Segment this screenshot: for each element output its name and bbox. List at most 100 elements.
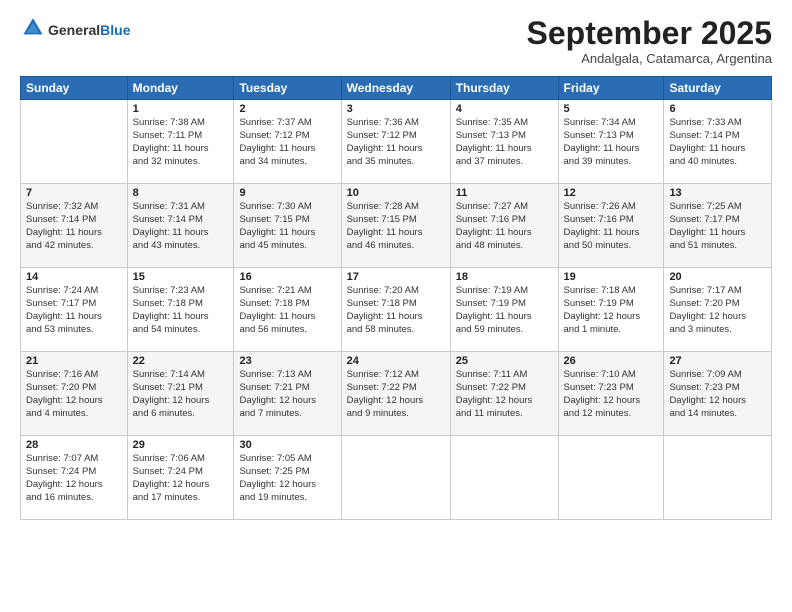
day-info: Sunrise: 7:32 AM Sunset: 7:14 PM Dayligh… [26, 201, 122, 252]
table-row: 4Sunrise: 7:35 AM Sunset: 7:13 PM Daylig… [450, 100, 558, 184]
day-number: 6 [669, 103, 766, 115]
table-row: 2 Sunrise: 7:37 AM Sunset: 7:12 PM Daylig… [234, 100, 341, 184]
day-info: Sunrise: 7:14 AM Sunset: 7:21 PM Dayligh… [133, 369, 229, 420]
calendar-week-row: 28 Sunrise: 7:07 AM Sunset: 7:24 PM Dayli… [21, 436, 772, 520]
calendar-week-row: 1Sunrise: 7:38 AM Sunset: 7:11 PM Daylig… [21, 100, 772, 184]
day-number: 13 [669, 187, 766, 199]
day-info: Sunrise: 7:11 AM Sunset: 7:22 PM Dayligh… [456, 369, 553, 420]
table-row: 13 Sunrise: 7:25 AM Sunset: 7:17 PM Dayli… [664, 184, 772, 268]
day-info: Sunrise: 7:38 AM Sunset: 7:11 PM Dayligh… [133, 117, 229, 168]
table-row: 24 Sunrise: 7:12 AM Sunset: 7:22 PM Dayli… [341, 352, 450, 436]
table-row: 22 Sunrise: 7:14 AM Sunset: 7:21 PM Dayli… [127, 352, 234, 436]
day-number: 24 [347, 355, 445, 367]
calendar-table: Sunday Monday Tuesday Wednesday Thursday… [20, 76, 772, 520]
day-number: 27 [669, 355, 766, 367]
day-number: 21 [26, 355, 122, 367]
calendar-week-row: 14Sunrise: 7:24 AM Sunset: 7:17 PM Dayli… [21, 268, 772, 352]
day-info: Sunrise: 7:07 AM Sunset: 7:24 PM Dayligh… [26, 453, 122, 504]
day-number: 18 [456, 271, 553, 283]
table-row: 29 Sunrise: 7:06 AM Sunset: 7:24 PM Dayli… [127, 436, 234, 520]
day-number: 20 [669, 271, 766, 283]
day-number: 16 [239, 271, 335, 283]
table-row: 15 Sunrise: 7:23 AM Sunset: 7:18 PM Dayli… [127, 268, 234, 352]
day-number: 17 [347, 271, 445, 283]
day-number: 15 [133, 271, 229, 283]
day-number: 23 [239, 355, 335, 367]
table-row: 3 Sunrise: 7:36 AM Sunset: 7:12 PM Daylig… [341, 100, 450, 184]
day-info: Sunrise: 7:12 AM Sunset: 7:22 PM Dayligh… [347, 369, 445, 420]
day-number: 28 [26, 439, 122, 451]
location-subtitle: Andalgala, Catamarca, Argentina [527, 51, 772, 66]
table-row: 6 Sunrise: 7:33 AM Sunset: 7:14 PM Daylig… [664, 100, 772, 184]
day-info: Sunrise: 7:21 AM Sunset: 7:18 PM Dayligh… [239, 285, 335, 336]
table-row: 5Sunrise: 7:34 AM Sunset: 7:13 PM Daylig… [558, 100, 664, 184]
table-row: 10Sunrise: 7:28 AM Sunset: 7:15 PM Dayli… [341, 184, 450, 268]
calendar-week-row: 7 Sunrise: 7:32 AM Sunset: 7:14 PM Daylig… [21, 184, 772, 268]
logo: GeneralBlue [20, 16, 130, 43]
col-sunday: Sunday [21, 77, 128, 100]
day-info: Sunrise: 7:26 AM Sunset: 7:16 PM Dayligh… [564, 201, 659, 252]
table-row: 8 Sunrise: 7:31 AM Sunset: 7:14 PM Daylig… [127, 184, 234, 268]
day-number: 25 [456, 355, 553, 367]
table-row: 21 Sunrise: 7:16 AM Sunset: 7:20 PM Dayli… [21, 352, 128, 436]
day-number: 30 [239, 439, 335, 451]
title-block: September 2025 Andalgala, Catamarca, Arg… [527, 16, 772, 66]
day-number: 12 [564, 187, 659, 199]
day-number: 8 [133, 187, 229, 199]
day-number: 19 [564, 271, 659, 283]
day-info: Sunrise: 7:37 AM Sunset: 7:12 PM Dayligh… [239, 117, 335, 168]
table-row [341, 436, 450, 520]
header: GeneralBlue September 2025 Andalgala, Ca… [20, 16, 772, 66]
table-row [664, 436, 772, 520]
day-info: Sunrise: 7:24 AM Sunset: 7:17 PM Dayligh… [26, 285, 122, 336]
col-thursday: Thursday [450, 77, 558, 100]
day-info: Sunrise: 7:23 AM Sunset: 7:18 PM Dayligh… [133, 285, 229, 336]
table-row: 9Sunrise: 7:30 AM Sunset: 7:15 PM Daylig… [234, 184, 341, 268]
table-row: 28 Sunrise: 7:07 AM Sunset: 7:24 PM Dayli… [21, 436, 128, 520]
day-info: Sunrise: 7:18 AM Sunset: 7:19 PM Dayligh… [564, 285, 659, 336]
day-number: 5 [564, 103, 659, 115]
table-row: 30Sunrise: 7:05 AM Sunset: 7:25 PM Dayli… [234, 436, 341, 520]
day-info: Sunrise: 7:20 AM Sunset: 7:18 PM Dayligh… [347, 285, 445, 336]
logo-blue: Blue [100, 22, 130, 38]
day-info: Sunrise: 7:06 AM Sunset: 7:24 PM Dayligh… [133, 453, 229, 504]
table-row: 11Sunrise: 7:27 AM Sunset: 7:16 PM Dayli… [450, 184, 558, 268]
col-friday: Friday [558, 77, 664, 100]
day-info: Sunrise: 7:19 AM Sunset: 7:19 PM Dayligh… [456, 285, 553, 336]
col-wednesday: Wednesday [341, 77, 450, 100]
table-row [450, 436, 558, 520]
day-number: 7 [26, 187, 122, 199]
table-row: 7 Sunrise: 7:32 AM Sunset: 7:14 PM Daylig… [21, 184, 128, 268]
col-saturday: Saturday [664, 77, 772, 100]
table-row: 25 Sunrise: 7:11 AM Sunset: 7:22 PM Dayli… [450, 352, 558, 436]
table-row: 27 Sunrise: 7:09 AM Sunset: 7:23 PM Dayli… [664, 352, 772, 436]
day-info: Sunrise: 7:31 AM Sunset: 7:14 PM Dayligh… [133, 201, 229, 252]
table-row: 23Sunrise: 7:13 AM Sunset: 7:21 PM Dayli… [234, 352, 341, 436]
table-row: 14Sunrise: 7:24 AM Sunset: 7:17 PM Dayli… [21, 268, 128, 352]
day-number: 2 [239, 103, 335, 115]
table-row: 26 Sunrise: 7:10 AM Sunset: 7:23 PM Dayli… [558, 352, 664, 436]
day-info: Sunrise: 7:36 AM Sunset: 7:12 PM Dayligh… [347, 117, 445, 168]
day-info: Sunrise: 7:33 AM Sunset: 7:14 PM Dayligh… [669, 117, 766, 168]
day-info: Sunrise: 7:25 AM Sunset: 7:17 PM Dayligh… [669, 201, 766, 252]
day-info: Sunrise: 7:10 AM Sunset: 7:23 PM Dayligh… [564, 369, 659, 420]
logo-icon [22, 16, 44, 38]
day-number: 9 [239, 187, 335, 199]
day-info: Sunrise: 7:09 AM Sunset: 7:23 PM Dayligh… [669, 369, 766, 420]
calendar-header-row: Sunday Monday Tuesday Wednesday Thursday… [21, 77, 772, 100]
col-monday: Monday [127, 77, 234, 100]
table-row [21, 100, 128, 184]
table-row: 19 Sunrise: 7:18 AM Sunset: 7:19 PM Dayli… [558, 268, 664, 352]
table-row: 20Sunrise: 7:17 AM Sunset: 7:20 PM Dayli… [664, 268, 772, 352]
calendar-week-row: 21 Sunrise: 7:16 AM Sunset: 7:20 PM Dayli… [21, 352, 772, 436]
day-number: 10 [347, 187, 445, 199]
month-title: September 2025 [527, 16, 772, 51]
day-number: 26 [564, 355, 659, 367]
day-number: 22 [133, 355, 229, 367]
col-tuesday: Tuesday [234, 77, 341, 100]
day-info: Sunrise: 7:16 AM Sunset: 7:20 PM Dayligh… [26, 369, 122, 420]
table-row [558, 436, 664, 520]
day-number: 29 [133, 439, 229, 451]
table-row: 12 Sunrise: 7:26 AM Sunset: 7:16 PM Dayli… [558, 184, 664, 268]
day-number: 3 [347, 103, 445, 115]
